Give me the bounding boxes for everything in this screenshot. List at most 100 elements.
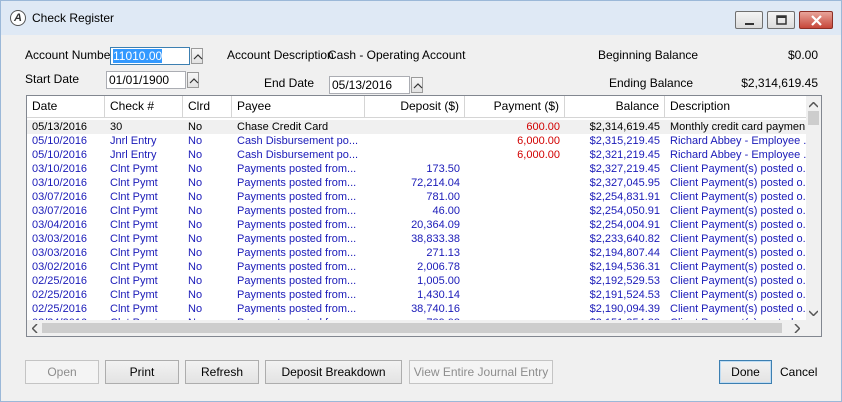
cell-date: 05/13/2016: [32, 121, 88, 133]
cell-date: 03/02/2016: [32, 261, 88, 273]
column-header-cleared[interactable]: Clrd: [183, 96, 232, 117]
scroll-down-icon[interactable]: [809, 310, 818, 316]
done-button[interactable]: Done: [719, 360, 772, 384]
cell-check: Clnt Pymt: [110, 303, 158, 315]
start-date-field[interactable]: 01/01/1900: [106, 71, 186, 89]
vertical-scroll-thumb[interactable]: [808, 111, 819, 125]
table-row[interactable]: 03/03/2016 Clnt Pymt No Payments posted fro…: [27, 246, 807, 260]
scroll-up-icon[interactable]: [809, 102, 818, 108]
cell-description: Client Payment(s) posted o...: [670, 233, 806, 245]
table-row[interactable]: 05/13/2016 30 No Chase Credit Card 600.00 $2,…: [27, 120, 807, 134]
end-date-spin-button[interactable]: [411, 77, 423, 93]
cell-balance: $2,315,219.45: [589, 135, 660, 147]
cell-clrd: No: [188, 219, 203, 231]
table-row[interactable]: 03/10/2016 Clnt Pymt No Payments posted fro…: [27, 162, 807, 176]
cell-clrd: No: [188, 191, 203, 203]
cell-balance: $2,254,050.91: [589, 205, 660, 217]
horizontal-scrollbar[interactable]: [27, 320, 806, 336]
column-header-description[interactable]: Description: [665, 96, 806, 117]
account-description-value: Cash - Operating Account: [328, 48, 466, 62]
table-row[interactable]: 03/02/2016 Clnt Pymt No Payments posted fro…: [27, 260, 807, 274]
cell-balance: $2,190,094.39: [589, 303, 660, 315]
table-row[interactable]: 02/25/2016 Clnt Pymt No Payments posted fro…: [27, 302, 807, 316]
window-title: Check Register: [32, 11, 115, 25]
vertical-scrollbar[interactable]: [806, 96, 821, 320]
cell-deposit: 38,833.38: [411, 233, 460, 245]
column-header-balance[interactable]: Balance: [565, 96, 665, 117]
cancel-button[interactable]: Cancel: [780, 365, 817, 379]
cell-description: Client Payment(s) posted o...: [670, 275, 806, 287]
cell-balance: $2,321,219.45: [589, 149, 660, 161]
scroll-right-icon[interactable]: [794, 324, 800, 333]
refresh-button[interactable]: Refresh: [185, 360, 259, 384]
cell-clrd: No: [188, 205, 203, 217]
horizontal-scroll-thumb[interactable]: [42, 323, 782, 333]
check-register-table[interactable]: Date Check # Clrd Payee Deposit ($) Paym…: [26, 95, 822, 337]
start-date-spin-button[interactable]: [187, 72, 199, 88]
cell-deposit: 1,430.14: [417, 289, 460, 301]
cell-payee: Cash Disbursement po...: [237, 149, 359, 161]
cell-check: Clnt Pymt: [110, 275, 158, 287]
cell-payment: 600.00: [526, 121, 560, 133]
cell-clrd: No: [188, 275, 203, 287]
cell-deposit: 46.00: [432, 205, 460, 217]
account-number-field[interactable]: 11010.00: [110, 47, 190, 65]
cell-deposit: 20,364.09: [411, 219, 460, 231]
minimize-button[interactable]: [735, 11, 763, 29]
minimize-icon: [745, 23, 754, 25]
cell-check: Clnt Pymt: [110, 289, 158, 301]
table-row[interactable]: 03/07/2016 Clnt Pymt No Payments posted fro…: [27, 190, 807, 204]
dialog-body: Account Number 11010.00 Account Descript…: [8, 35, 834, 395]
cell-deposit: 271.13: [426, 247, 460, 259]
cell-payment: [465, 288, 565, 302]
cell-description: Client Payment(s) posted o...: [670, 247, 806, 259]
open-button[interactable]: Open: [25, 360, 99, 384]
table-row[interactable]: 05/10/2016 Jnrl Entry No Cash Disbursement …: [27, 134, 807, 148]
maximize-button[interactable]: [767, 11, 795, 29]
cell-date: 03/03/2016: [32, 233, 88, 245]
print-button[interactable]: Print: [105, 360, 179, 384]
cell-date: 02/25/2016: [32, 289, 88, 301]
account-number-label: Account Number: [25, 48, 115, 62]
close-button[interactable]: [799, 11, 833, 29]
cell-clrd: No: [188, 289, 203, 301]
cell-balance: $2,233,640.82: [589, 233, 660, 245]
column-header-payee[interactable]: Payee: [232, 96, 365, 117]
cell-payment: [465, 162, 565, 176]
table-row[interactable]: 03/03/2016 Clnt Pymt No Payments posted fro…: [27, 232, 807, 246]
cell-deposit: 38,740.16: [411, 303, 460, 315]
cell-balance: $2,191,524.53: [589, 289, 660, 301]
account-number-spin-button[interactable]: [191, 48, 203, 64]
cell-date: 02/25/2016: [32, 303, 88, 315]
cell-description: Richard Abbey - Employee ...: [670, 149, 806, 161]
table-row[interactable]: 02/25/2016 Clnt Pymt No Payments posted fro…: [27, 274, 807, 288]
cell-check: Clnt Pymt: [110, 177, 158, 189]
cell-clrd: No: [188, 135, 203, 147]
table-row[interactable]: 05/10/2016 Jnrl Entry No Cash Disbursement …: [27, 148, 807, 162]
title-bar[interactable]: A Check Register: [1, 1, 841, 35]
cell-payment: [465, 176, 565, 190]
deposit-breakdown-button[interactable]: Deposit Breakdown: [265, 360, 402, 384]
view-entire-journal-entry-button[interactable]: View Entire Journal Entry: [409, 360, 553, 384]
column-header-payment[interactable]: Payment ($): [465, 96, 565, 117]
table-row[interactable]: 03/04/2016 Clnt Pymt No Payments posted fro…: [27, 218, 807, 232]
column-header-deposit[interactable]: Deposit ($): [365, 96, 465, 117]
column-header-check-number[interactable]: Check #: [105, 96, 183, 117]
ending-balance-label: Ending Balance: [609, 76, 694, 90]
table-row[interactable]: 03/10/2016 Clnt Pymt No Payments posted fro…: [27, 176, 807, 190]
close-icon: [811, 15, 822, 26]
cell-check: Clnt Pymt: [110, 219, 158, 231]
table-row[interactable]: 03/07/2016 Clnt Pymt No Payments posted fro…: [27, 204, 807, 218]
table-row[interactable]: 02/25/2016 Clnt Pymt No Payments posted fro…: [27, 288, 807, 302]
caret-up-icon: [413, 83, 423, 89]
end-date-field[interactable]: 05/13/2016: [329, 76, 410, 94]
account-description-label: Account Description: [227, 48, 334, 62]
cell-clrd: No: [188, 303, 203, 315]
cell-description: Client Payment(s) posted o...: [670, 219, 806, 231]
column-header-date[interactable]: Date: [27, 96, 105, 117]
cell-payee: Payments posted from...: [237, 261, 357, 273]
cell-payee: Payments posted from...: [237, 247, 357, 259]
cell-date: 03/10/2016: [32, 177, 88, 189]
scroll-left-icon[interactable]: [32, 324, 38, 333]
cell-payee: Payments posted from...: [237, 275, 357, 287]
